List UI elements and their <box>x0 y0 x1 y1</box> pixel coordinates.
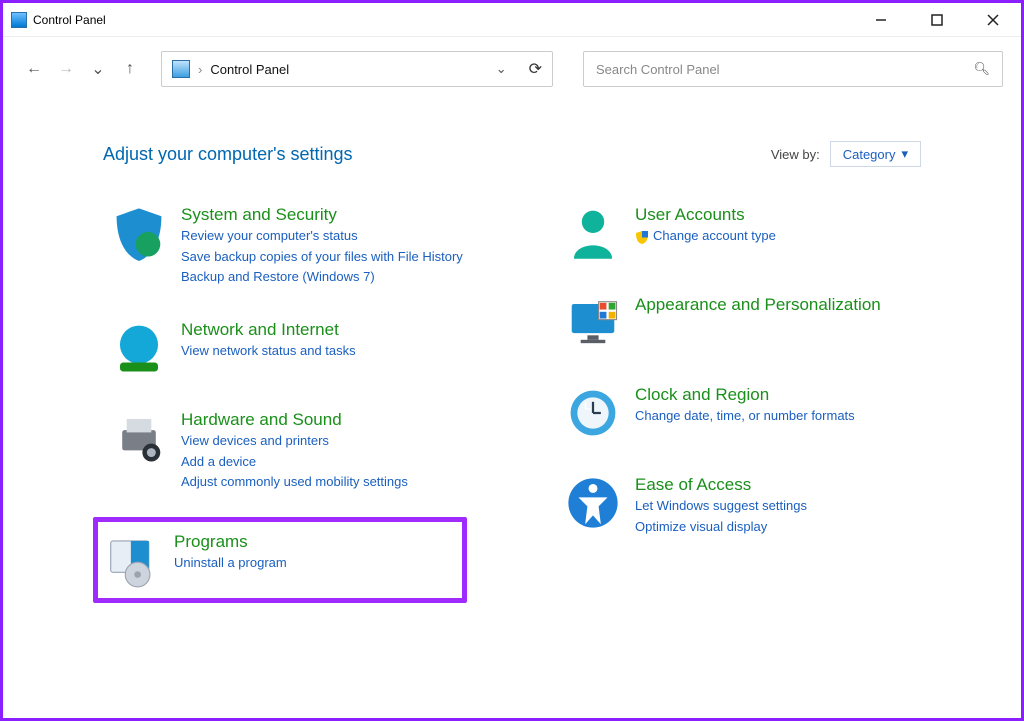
category-system-security: System and Security Review your computer'… <box>103 197 527 294</box>
system-security-icon <box>111 205 167 261</box>
view-by-dropdown[interactable]: Category ▾ <box>830 141 921 167</box>
category-link[interactable]: Add a device <box>181 453 408 471</box>
category-title-hardware-sound[interactable]: Hardware and Sound <box>181 410 408 430</box>
category-hardware-sound: Hardware and Sound View devices and print… <box>103 402 527 499</box>
chevron-down-icon[interactable]: ⌄ <box>496 61 507 77</box>
category-link[interactable]: Change account type <box>635 227 776 245</box>
category-link[interactable]: Adjust commonly used mobility settings <box>181 473 408 491</box>
category-link[interactable]: Let Windows suggest settings <box>635 497 807 515</box>
category-link[interactable]: View network status and tasks <box>181 342 356 360</box>
category-title-programs[interactable]: Programs <box>174 532 287 552</box>
view-by-label: View by: <box>771 147 820 162</box>
category-link[interactable]: Save backup copies of your files with Fi… <box>181 248 463 266</box>
chevron-down-icon: ▾ <box>901 146 908 162</box>
user-accounts-icon <box>565 205 621 261</box>
forward-button[interactable]: → <box>55 60 77 78</box>
up-button[interactable]: ↑ <box>119 60 141 78</box>
view-by-control: View by: Category ▾ <box>771 141 921 167</box>
app-icon <box>11 12 27 28</box>
search-icon: 🔍︎ <box>973 61 990 77</box>
uac-shield-icon <box>635 230 649 244</box>
category-link[interactable]: Uninstall a program <box>174 554 287 572</box>
category-clock-region: Clock and Region Change date, time, or nu… <box>557 377 981 449</box>
address-bar[interactable]: › Control Panel ⌄ ⟳ <box>161 51 553 87</box>
category-title-clock-region[interactable]: Clock and Region <box>635 385 855 405</box>
heading-row: Adjust your computer's settings View by:… <box>3 97 1021 187</box>
categories-grid: System and Security Review your computer'… <box>3 187 1021 621</box>
category-title-ease-of-access[interactable]: Ease of Access <box>635 475 807 495</box>
programs-icon <box>104 532 160 588</box>
titlebar: Control Panel <box>3 3 1021 37</box>
appearance-icon <box>565 295 621 351</box>
search-input[interactable]: Search Control Panel 🔍︎ <box>583 51 1003 87</box>
category-ease-of-access: Ease of Access Let Windows suggest settin… <box>557 467 981 544</box>
back-button[interactable]: ← <box>23 60 45 78</box>
ease-of-access-icon <box>565 475 621 531</box>
control-panel-icon <box>172 60 190 78</box>
category-title-network-internet[interactable]: Network and Internet <box>181 320 356 340</box>
minimize-button[interactable] <box>869 8 893 32</box>
search-placeholder: Search Control Panel <box>596 62 720 77</box>
category-link[interactable]: Change date, time, or number formats <box>635 407 855 425</box>
category-link[interactable]: View devices and printers <box>181 432 408 450</box>
category-title-user-accounts[interactable]: User Accounts <box>635 205 776 225</box>
category-link[interactable]: Review your computer's status <box>181 227 463 245</box>
close-button[interactable] <box>981 8 1005 32</box>
recent-dropdown[interactable]: ⌄ <box>87 59 109 79</box>
network-internet-icon <box>111 320 167 376</box>
refresh-button[interactable]: ⟳ <box>529 59 542 79</box>
category-appearance: Appearance and Personalization <box>557 287 981 359</box>
navigation-row: ← → ⌄ ↑ › Control Panel ⌄ ⟳ Search Contr… <box>3 37 1021 97</box>
breadcrumb-location[interactable]: Control Panel <box>210 62 289 77</box>
category-title-system-security[interactable]: System and Security <box>181 205 463 225</box>
hardware-sound-icon <box>111 410 167 466</box>
view-by-value: Category <box>843 147 896 162</box>
category-link[interactable]: Optimize visual display <box>635 518 807 536</box>
clock-region-icon <box>565 385 621 441</box>
category-network-internet: Network and Internet View network status … <box>103 312 527 384</box>
category-link[interactable]: Backup and Restore (Windows 7) <box>181 268 463 286</box>
breadcrumb-separator: › <box>198 62 202 77</box>
category-title-appearance[interactable]: Appearance and Personalization <box>635 295 881 315</box>
maximize-button[interactable] <box>925 8 949 32</box>
category-programs: Programs Uninstall a program <box>93 517 467 603</box>
page-heading: Adjust your computer's settings <box>103 144 353 165</box>
window-title: Control Panel <box>33 13 106 27</box>
category-user-accounts: User Accounts Change account type <box>557 197 981 269</box>
